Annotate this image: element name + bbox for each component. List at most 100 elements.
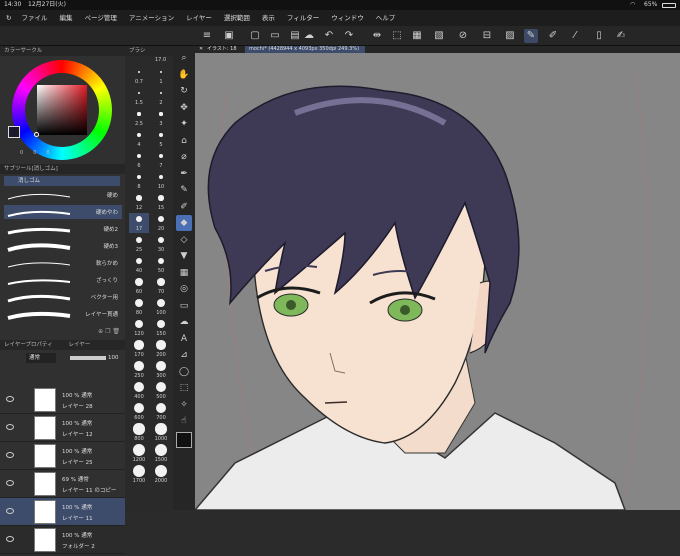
- menu-icon[interactable]: ≡: [200, 29, 214, 43]
- brush-size-cell[interactable]: 6: [129, 150, 149, 170]
- brush-size-cell[interactable]: 170: [129, 339, 149, 359]
- delete-brush-icon[interactable]: 🗑: [112, 328, 120, 335]
- redo-icon[interactable]: ↷: [342, 29, 356, 43]
- text-icon[interactable]: A: [176, 331, 192, 347]
- magic-wand-icon[interactable]: ✧: [176, 397, 192, 413]
- document-tab[interactable]: イラスト: 18: [207, 46, 237, 53]
- eye-icon[interactable]: [6, 536, 14, 542]
- brush-item[interactable]: 硬め2: [4, 222, 122, 236]
- menu-selection[interactable]: 選択範囲: [224, 10, 250, 26]
- brush-size-cell[interactable]: 1: [151, 66, 171, 86]
- undo-icon[interactable]: ↶: [322, 29, 336, 43]
- brush-size-cell[interactable]: 80: [129, 297, 149, 317]
- brush-item[interactable]: ざっくり: [4, 273, 122, 287]
- ruler-icon[interactable]: ⊿: [176, 347, 192, 363]
- main-color-swatch[interactable]: [8, 126, 20, 138]
- brush-size-cell[interactable]: 1.5: [129, 87, 149, 107]
- save-icon[interactable]: ▤: [288, 29, 302, 43]
- color-picker-handle[interactable]: [34, 132, 39, 137]
- hand-icon[interactable]: ✋: [176, 67, 192, 83]
- invert-icon[interactable]: ⊘: [456, 29, 470, 43]
- layer-row[interactable]: 100 % 通常 フォルダー 2: [0, 526, 125, 554]
- brush-size-cell[interactable]: 7: [151, 150, 171, 170]
- brush-size-cell[interactable]: 1700: [129, 465, 149, 485]
- brush-size-cell[interactable]: 100: [151, 297, 171, 317]
- brush-size-cell[interactable]: 50: [151, 255, 171, 275]
- eye-icon[interactable]: [6, 480, 14, 486]
- brush-size-cell[interactable]: 2000: [151, 465, 171, 485]
- brush-size-cell[interactable]: 20: [151, 213, 171, 233]
- brush-size-cell[interactable]: 15: [151, 192, 171, 212]
- brush-size-cell[interactable]: 3: [151, 108, 171, 128]
- brush-size-cell[interactable]: 200: [151, 339, 171, 359]
- brush-item[interactable]: 硬め: [4, 188, 122, 202]
- fill-icon[interactable]: ▼: [176, 248, 192, 264]
- current-color-swatch[interactable]: [176, 432, 192, 448]
- line-icon[interactable]: ⁄: [568, 29, 582, 43]
- move-icon[interactable]: ✥: [176, 100, 192, 116]
- flip-icon[interactable]: ⇹: [370, 29, 384, 43]
- open-icon[interactable]: ▭: [268, 29, 282, 43]
- pen-tool-icon[interactable]: ✒: [176, 166, 192, 182]
- subtool-group-tab[interactable]: 消しゴム: [4, 176, 120, 186]
- eye-icon[interactable]: [6, 508, 14, 514]
- menu-view[interactable]: 表示: [262, 10, 275, 26]
- brush-size-cell[interactable]: 400: [129, 381, 149, 401]
- opacity-slider[interactable]: [70, 356, 106, 360]
- brush-size-cell[interactable]: 5: [151, 129, 171, 149]
- pen-icon[interactable]: ✎: [524, 29, 538, 43]
- clear-icon[interactable]: ▦: [410, 29, 424, 43]
- app-logo-icon[interactable]: ↻: [6, 10, 11, 26]
- menu-edit[interactable]: 編集: [59, 10, 72, 26]
- rotate-icon[interactable]: ↻: [176, 83, 192, 99]
- menu-animation[interactable]: アニメーション: [129, 10, 174, 26]
- brush-size-cell[interactable]: 12: [129, 192, 149, 212]
- brush-size-cell[interactable]: 2: [151, 87, 171, 107]
- brush-size-cell[interactable]: 1000: [151, 423, 171, 443]
- layer-row[interactable]: 69 % 通常 レイヤー 11 のコピー: [0, 470, 125, 498]
- active-document-tab[interactable]: mochi* (4428944 x 4093px 350dpi 249.3%): [245, 46, 365, 53]
- brush-size-cell[interactable]: 500: [151, 381, 171, 401]
- brush-size-cell[interactable]: 25: [129, 234, 149, 254]
- brush-size-cell[interactable]: 17: [129, 213, 149, 233]
- eye-icon[interactable]: [6, 452, 14, 458]
- menu-page[interactable]: ページ管理: [84, 10, 116, 26]
- brush-item[interactable]: レイヤー貫通: [4, 307, 122, 321]
- brush-item[interactable]: 硬めやわ: [4, 205, 122, 219]
- brush-tool-icon[interactable]: ✐: [176, 199, 192, 215]
- layer-tab[interactable]: レイヤー: [68, 342, 90, 348]
- brush-size-cell[interactable]: 10: [151, 171, 171, 191]
- sparkle-icon[interactable]: ✦: [176, 116, 192, 132]
- fill-icon[interactable]: ▨: [503, 29, 517, 43]
- select-tool-icon[interactable]: ⬚: [176, 380, 192, 396]
- new-icon[interactable]: ▢: [248, 29, 262, 43]
- layer-row[interactable]: 100 % 通常 レイヤー 28: [0, 386, 125, 414]
- brush-size-cell[interactable]: 250: [129, 360, 149, 380]
- brush-size-cell[interactable]: 8: [129, 171, 149, 191]
- saturation-value-square[interactable]: [37, 85, 87, 135]
- brush-size-cell[interactable]: 300: [151, 360, 171, 380]
- blend-icon[interactable]: ◇: [176, 232, 192, 248]
- brush-size-cell[interactable]: 150: [151, 318, 171, 338]
- menu-window[interactable]: ウィンドウ: [331, 10, 364, 26]
- menu-filter[interactable]: フィルター: [287, 10, 319, 26]
- eye-icon[interactable]: [6, 396, 14, 402]
- canvas-area[interactable]: ✕ イラスト: 18 mochi* (4428944 x 4093px 350d…: [195, 46, 680, 510]
- close-icon[interactable]: ✕: [199, 46, 203, 53]
- brush-size-cell[interactable]: 700: [151, 402, 171, 422]
- eraser-icon[interactable]: ◆: [176, 215, 192, 231]
- brush-size-cell[interactable]: 70: [151, 276, 171, 296]
- brush-size-cell[interactable]: 0.7: [129, 66, 149, 86]
- device-icon[interactable]: ▯: [592, 29, 606, 43]
- brush-size-cell[interactable]: 2.5: [129, 108, 149, 128]
- brush-item[interactable]: 硬め3: [4, 239, 122, 253]
- brush-size-cell[interactable]: 1200: [129, 444, 149, 464]
- brush-size-cell[interactable]: 60: [129, 276, 149, 296]
- deselect-icon[interactable]: ⊟: [480, 29, 494, 43]
- transform-icon[interactable]: ⬚: [390, 29, 404, 43]
- menu-layer[interactable]: レイヤー: [186, 10, 212, 26]
- hand-point-icon[interactable]: ☝: [176, 413, 192, 429]
- brush-size-cell[interactable]: 600: [129, 402, 149, 422]
- brush-icon[interactable]: ✐: [546, 29, 560, 43]
- menu-help[interactable]: ヘルプ: [376, 10, 396, 26]
